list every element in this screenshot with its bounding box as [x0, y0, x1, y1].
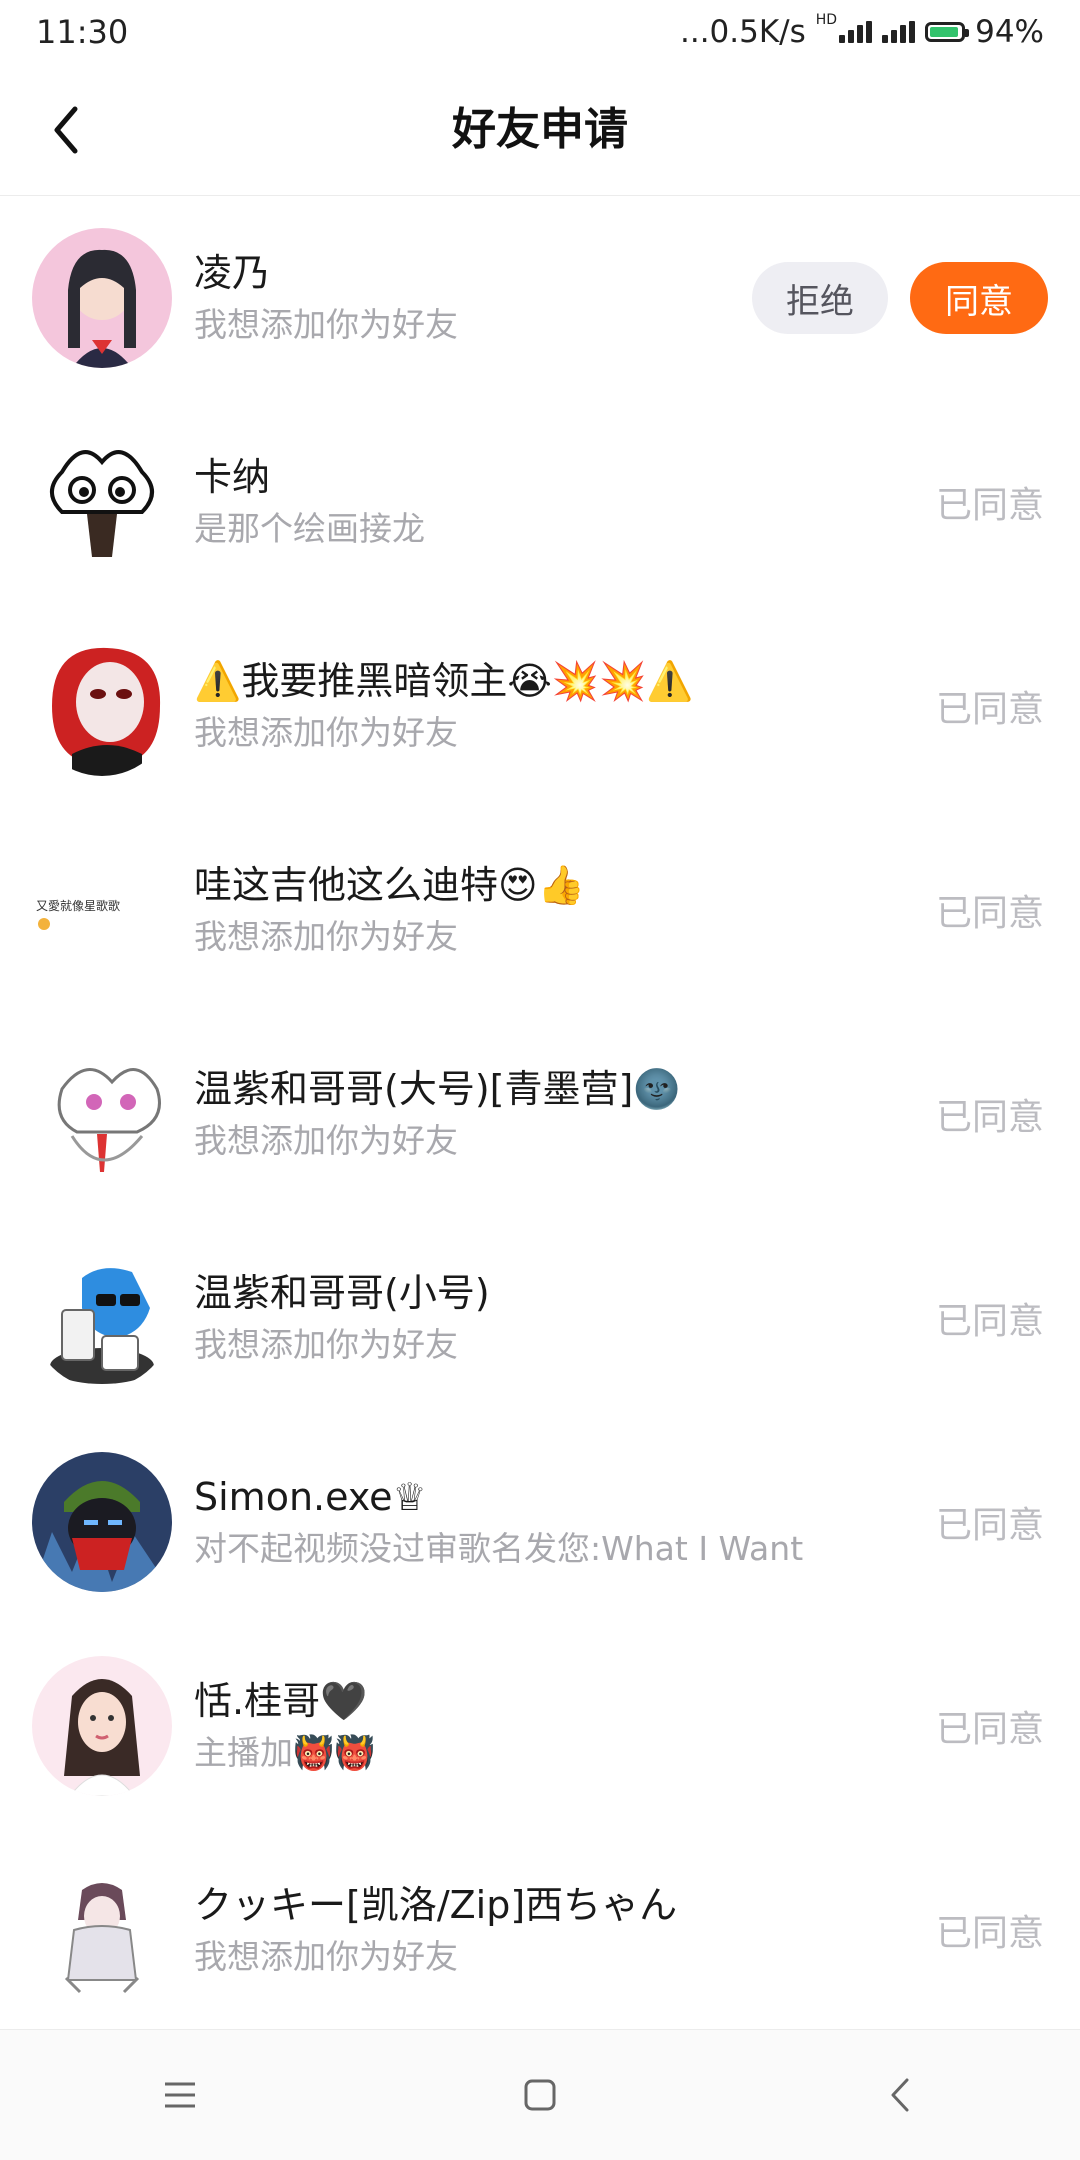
request-message: 主播加👹👹 [194, 1733, 376, 1772]
battery-percent: 94% [975, 14, 1044, 50]
status-indicators: ...0.5K/s HD 94% [679, 12, 1044, 50]
request-message: 对不起视频没过审歌名发您:What I Want [194, 1529, 804, 1568]
friend-request-list: 凌乃 我想添加你为好友 拒绝 同意 卡纳 是那个绘画接龙 已同意 ⚠️我要推黑暗… [0, 196, 1080, 2032]
avatar[interactable] [32, 228, 172, 368]
svg-text:又愛就像星歌歌: 又愛就像星歌歌 [36, 898, 120, 913]
requester-name: 恬.桂哥🖤 [194, 1679, 368, 1723]
battery-icon [925, 22, 970, 42]
list-item[interactable]: 温紫和哥哥(小号) 我想添加你为好友 已同意 [0, 1216, 1080, 1420]
header: 好友申请 [0, 64, 1080, 196]
network-speed: ...0.5K/s [679, 14, 806, 50]
battery-fill [930, 27, 959, 37]
avatar[interactable]: 又愛就像星歌歌 [32, 840, 172, 980]
avatar[interactable] [32, 432, 172, 572]
request-message: 我想添加你为好友 [194, 305, 458, 344]
page-title: 好友申请 [452, 104, 628, 155]
avatar[interactable] [32, 636, 172, 776]
request-message: 我想添加你为好友 [194, 1325, 458, 1364]
status-accepted: 已同意 [935, 1097, 1044, 1138]
request-message: 我想添加你为好友 [194, 713, 458, 752]
requester-name: 温紫和哥哥(大号)[青墨营]🌚 [194, 1067, 681, 1111]
home-square-icon [524, 2079, 556, 2111]
signal-icon [839, 21, 873, 43]
hd-label: HD [815, 12, 838, 28]
avatar[interactable] [32, 1248, 172, 1388]
home-button[interactable] [480, 2055, 600, 2135]
requester-name: ⚠️我要推黑暗领主😭💥💥⚠️ [194, 659, 694, 703]
status-accepted: 已同意 [935, 1505, 1044, 1546]
list-item[interactable]: 恬.桂哥🖤 主播加👹👹 已同意 [0, 1624, 1080, 1828]
requester-name: 温紫和哥哥(小号) [194, 1271, 490, 1315]
avatar[interactable] [32, 1860, 172, 2000]
status-bar: 11:30 ...0.5K/s HD 94% [0, 0, 1080, 64]
status-accepted: 已同意 [935, 485, 1044, 526]
list-item[interactable]: 又愛就像星歌歌 哇这吉他这么迪特😍👍 我想添加你为好友 已同意 [0, 808, 1080, 1012]
clock: 11:30 [36, 13, 129, 51]
menu-button[interactable] [120, 2055, 240, 2135]
back-chevron-icon [891, 2078, 909, 2112]
requester-name: クッキー[凯洛/Zip]西ちゃん [194, 1883, 678, 1927]
signal-icon-2 [882, 21, 916, 43]
list-item[interactable]: 卡纳 是那个绘画接龙 已同意 [0, 400, 1080, 604]
back-nav-button[interactable] [840, 2055, 960, 2135]
status-accepted: 已同意 [935, 1301, 1044, 1342]
requester-name: 凌乃 [194, 251, 271, 295]
menu-icon [165, 2082, 195, 2108]
accept-button[interactable]: 同意 [910, 262, 1048, 334]
list-item[interactable]: Simon.exe♕ 对不起视频没过审歌名发您:What I Want 已同意 [0, 1420, 1080, 1624]
avatar[interactable] [32, 1044, 172, 1184]
status-accepted: 已同意 [935, 689, 1044, 730]
requester-name: 哇这吉他这么迪特😍👍 [194, 863, 585, 907]
status-accepted: 已同意 [935, 1913, 1044, 1954]
request-message: 我想添加你为好友 [194, 1121, 458, 1160]
list-item[interactable]: クッキー[凯洛/Zip]西ちゃん 我想添加你为好友 已同意 [0, 1828, 1080, 2032]
request-message: 是那个绘画接龙 [194, 509, 425, 548]
requester-name: Simon.exe♕ [194, 1475, 427, 1519]
status-accepted: 已同意 [935, 1709, 1044, 1750]
avatar[interactable] [32, 1452, 172, 1592]
request-message: 我想添加你为好友 [194, 917, 458, 956]
requester-name: 卡纳 [194, 455, 271, 499]
list-item[interactable]: 凌乃 我想添加你为好友 拒绝 同意 [0, 196, 1080, 400]
request-message: 我想添加你为好友 [194, 1937, 458, 1976]
status-accepted: 已同意 [935, 893, 1044, 934]
avatar[interactable] [32, 1656, 172, 1796]
system-nav-bar [0, 2029, 1080, 2160]
reject-button[interactable]: 拒绝 [752, 262, 888, 334]
list-item[interactable]: 温紫和哥哥(大号)[青墨营]🌚 我想添加你为好友 已同意 [0, 1012, 1080, 1216]
list-item[interactable]: ⚠️我要推黑暗领主😭💥💥⚠️ 我想添加你为好友 已同意 [0, 604, 1080, 808]
